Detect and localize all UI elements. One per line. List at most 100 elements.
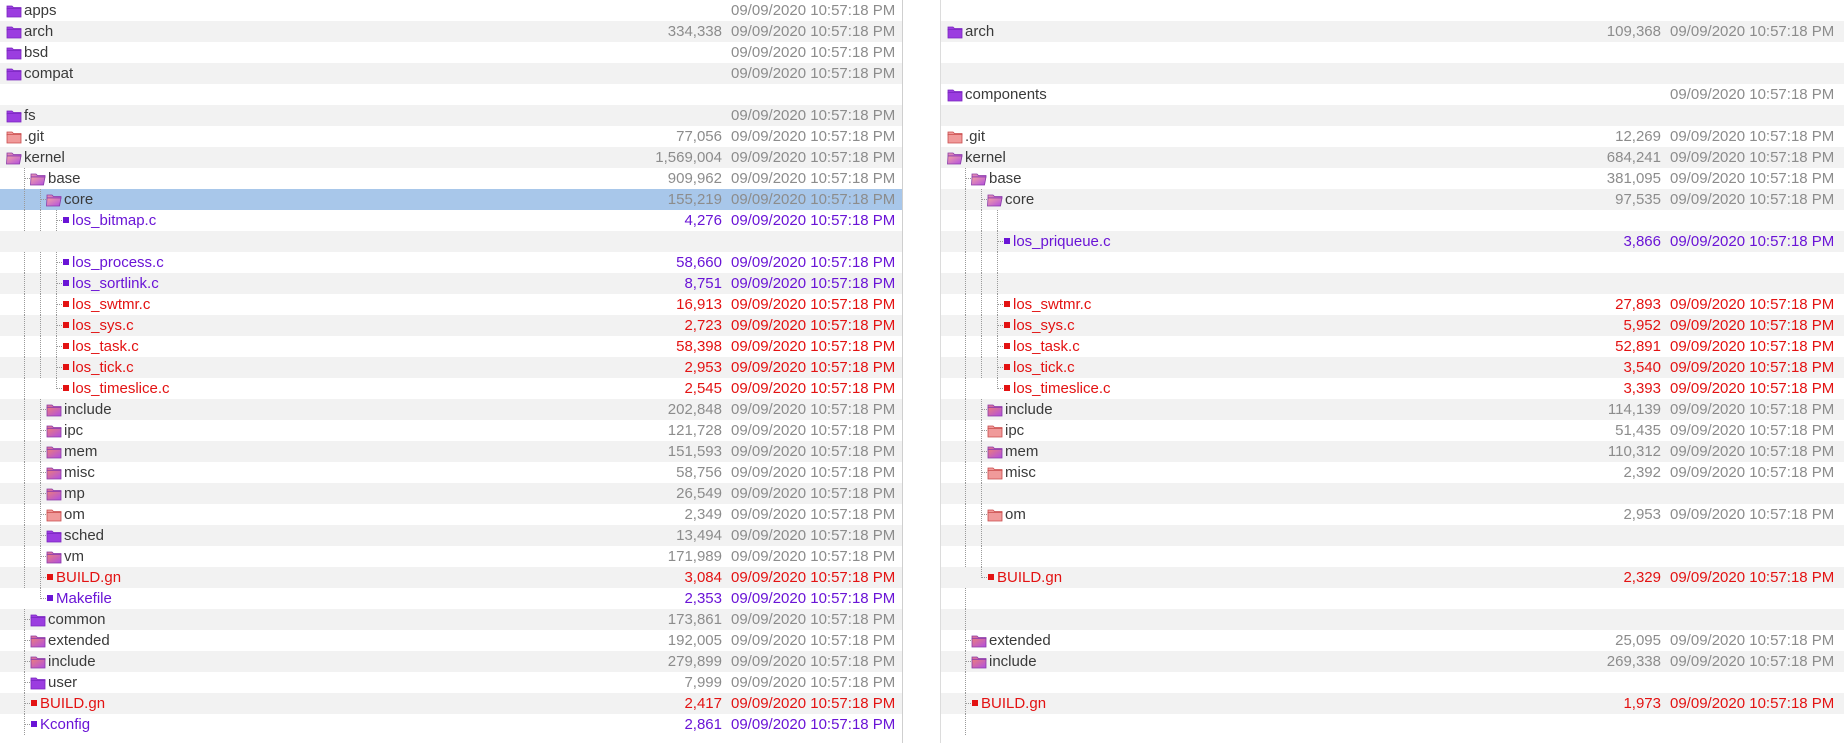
tree-guide-line	[24, 546, 25, 567]
item-name: los_sys.c	[1013, 317, 1075, 334]
file-row[interactable]: los_sortlink.c 8,751 09/09/2020 10:57:18 P…	[0, 273, 902, 294]
right-folder-pane[interactable]: arch 109,368 09/09/2020 10:57:18 PM compone…	[941, 0, 1844, 743]
item-size: 2,723	[684, 317, 722, 334]
folder-row[interactable]: base 909,962 09/09/2020 10:57:18 PM	[0, 168, 902, 189]
empty-row	[941, 273, 1844, 294]
file-row[interactable]: BUILD.gn 3,084 09/09/2020 10:57:18 PM	[0, 567, 902, 588]
folder-icon	[46, 444, 62, 459]
folder-row[interactable]: base 381,095 09/09/2020 10:57:18 PM	[941, 168, 1844, 189]
folder-row[interactable]: bsd 09/09/2020 10:57:18 PM	[0, 42, 902, 63]
item-name: include	[48, 653, 96, 670]
tree-branch-line	[56, 388, 62, 389]
folder-row[interactable]: .git 77,056 09/09/2020 10:57:18 PM	[0, 126, 902, 147]
file-row[interactable]: BUILD.gn 2,329 09/09/2020 10:57:18 PM	[941, 567, 1844, 588]
open-folder-icon	[30, 171, 46, 186]
folder-row[interactable]: user 7,999 09/09/2020 10:57:18 PM	[0, 672, 902, 693]
file-row[interactable]: los_tick.c 2,953 09/09/2020 10:57:18 PM	[0, 357, 902, 378]
item-modified-date: 09/09/2020 10:57:18 PM	[731, 422, 896, 439]
item-name: los_process.c	[72, 254, 164, 271]
folder-row[interactable]: .git 12,269 09/09/2020 10:57:18 PM	[941, 126, 1844, 147]
item-name: extended	[989, 632, 1051, 649]
file-row[interactable]: los_tick.c 3,540 09/09/2020 10:57:18 PM	[941, 357, 1844, 378]
folder-row[interactable]: mp 26,549 09/09/2020 10:57:18 PM	[0, 483, 902, 504]
file-row[interactable]: Kconfig 2,861 09/09/2020 10:57:18 PM	[0, 714, 902, 735]
file-row[interactable]: los_swtmr.c 16,913 09/09/2020 10:57:18 PM	[0, 294, 902, 315]
tree-guide-line	[40, 252, 41, 273]
tree-guide-line	[981, 357, 982, 378]
tree-guide-line	[24, 210, 25, 231]
item-modified-date: 09/09/2020 10:57:18 PM	[731, 149, 896, 166]
file-row[interactable]: los_task.c 52,891 09/09/2020 10:57:18 PM	[941, 336, 1844, 357]
tree-guide-line	[40, 210, 41, 231]
item-size: 52,891	[1615, 338, 1661, 355]
folder-row[interactable]: arch 334,338 09/09/2020 10:57:18 PM	[0, 21, 902, 42]
folder-row[interactable]: compat 09/09/2020 10:57:18 PM	[0, 63, 902, 84]
tree-guide-line	[24, 420, 25, 441]
folder-row[interactable]: om 2,953 09/09/2020 10:57:18 PM	[941, 504, 1844, 525]
folder-row[interactable]: components 09/09/2020 10:57:18 PM	[941, 84, 1844, 105]
folder-row[interactable]: include 269,338 09/09/2020 10:57:18 PM	[941, 651, 1844, 672]
folder-row[interactable]: include 279,899 09/09/2020 10:57:18 PM	[0, 651, 902, 672]
item-modified-date: 09/09/2020 10:57:18 PM	[1670, 233, 1835, 250]
folder-row[interactable]: vm 171,989 09/09/2020 10:57:18 PM	[0, 546, 902, 567]
file-row[interactable]: Makefile 2,353 09/09/2020 10:57:18 PM	[0, 588, 902, 609]
folder-row[interactable]: apps 09/09/2020 10:57:18 PM	[0, 0, 902, 21]
item-size: 97,535	[1615, 191, 1661, 208]
folder-row[interactable]: fs 09/09/2020 10:57:18 PM	[0, 105, 902, 126]
file-row[interactable]: los_task.c 58,398 09/09/2020 10:57:18 PM	[0, 336, 902, 357]
folder-row[interactable]: misc 58,756 09/09/2020 10:57:18 PM	[0, 462, 902, 483]
item-size: 1,569,004	[655, 149, 722, 166]
folder-row[interactable]: kernel 1,569,004 09/09/2020 10:57:18 PM	[0, 147, 902, 168]
folder-row[interactable]: extended 192,005 09/09/2020 10:57:18 PM	[0, 630, 902, 651]
folder-row[interactable]: include 202,848 09/09/2020 10:57:18 PM	[0, 399, 902, 420]
file-row[interactable]: los_sys.c 5,952 09/09/2020 10:57:18 PM	[941, 315, 1844, 336]
file-row[interactable]: los_swtmr.c 27,893 09/09/2020 10:57:18 PM	[941, 294, 1844, 315]
file-row[interactable]: BUILD.gn 1,973 09/09/2020 10:57:18 PM	[941, 693, 1844, 714]
empty-row	[941, 0, 1844, 21]
folder-row[interactable]: arch 109,368 09/09/2020 10:57:18 PM	[941, 21, 1844, 42]
folder-row[interactable]: sched 13,494 09/09/2020 10:57:18 PM	[0, 525, 902, 546]
tree-guide-line	[965, 714, 966, 735]
folder-row[interactable]: kernel 684,241 09/09/2020 10:57:18 PM	[941, 147, 1844, 168]
folder-row[interactable]: mem 110,312 09/09/2020 10:57:18 PM	[941, 441, 1844, 462]
folder-icon	[987, 402, 1003, 417]
open-folder-icon	[971, 171, 987, 186]
left-folder-pane[interactable]: apps 09/09/2020 10:57:18 PM arch 334,338 09/…	[0, 0, 903, 743]
item-size: 3,084	[684, 569, 722, 586]
item-name: arch	[24, 23, 54, 40]
tree-branch-line	[24, 724, 30, 725]
tree-branch-line	[965, 703, 971, 704]
folder-row[interactable]: mem 151,593 09/09/2020 10:57:18 PM	[0, 441, 902, 462]
file-row[interactable]: los_priqueue.c 3,866 09/09/2020 10:57:18 P…	[941, 231, 1844, 252]
folder-row[interactable]: extended 25,095 09/09/2020 10:57:18 PM	[941, 630, 1844, 651]
file-row[interactable]: los_bitmap.c 4,276 09/09/2020 10:57:18 PM	[0, 210, 902, 231]
item-size: 58,756	[676, 464, 722, 481]
folder-row[interactable]: ipc 121,728 09/09/2020 10:57:18 PM	[0, 420, 902, 441]
tree-guide-line	[965, 588, 966, 609]
tree-guide-line	[965, 483, 966, 504]
file-row[interactable]: los_process.c 58,660 09/09/2020 10:57:18 P…	[0, 252, 902, 273]
folder-row[interactable]: core 97,535 09/09/2020 10:57:18 PM	[941, 189, 1844, 210]
tree-guide-line	[965, 609, 966, 630]
tree-guide-line	[997, 273, 998, 294]
file-row[interactable]: BUILD.gn 2,417 09/09/2020 10:57:18 PM	[0, 693, 902, 714]
folder-row[interactable]: ipc 51,435 09/09/2020 10:57:18 PM	[941, 420, 1844, 441]
tree-guide-line	[24, 378, 25, 399]
file-row[interactable]: los_timeslice.c 3,393 09/09/2020 10:57:18 …	[941, 378, 1844, 399]
folder-row[interactable]: core 155,219 09/09/2020 10:57:18 PM	[0, 189, 902, 210]
empty-row	[941, 252, 1844, 273]
empty-row	[941, 672, 1844, 693]
tree-guide-line	[981, 273, 982, 294]
file-row[interactable]: los_sys.c 2,723 09/09/2020 10:57:18 PM	[0, 315, 902, 336]
item-name: los_sys.c	[72, 317, 134, 334]
tree-guide-line	[965, 294, 966, 315]
item-name: extended	[48, 632, 110, 649]
item-modified-date: 09/09/2020 10:57:18 PM	[1670, 569, 1835, 586]
folder-row[interactable]: om 2,349 09/09/2020 10:57:18 PM	[0, 504, 902, 525]
folder-icon	[987, 465, 1003, 480]
file-row[interactable]: los_timeslice.c 2,545 09/09/2020 10:57:18 …	[0, 378, 902, 399]
folder-row[interactable]: misc 2,392 09/09/2020 10:57:18 PM	[941, 462, 1844, 483]
item-modified-date: 09/09/2020 10:57:18 PM	[1670, 653, 1835, 670]
folder-row[interactable]: include 114,139 09/09/2020 10:57:18 PM	[941, 399, 1844, 420]
folder-row[interactable]: common 173,861 09/09/2020 10:57:18 PM	[0, 609, 902, 630]
